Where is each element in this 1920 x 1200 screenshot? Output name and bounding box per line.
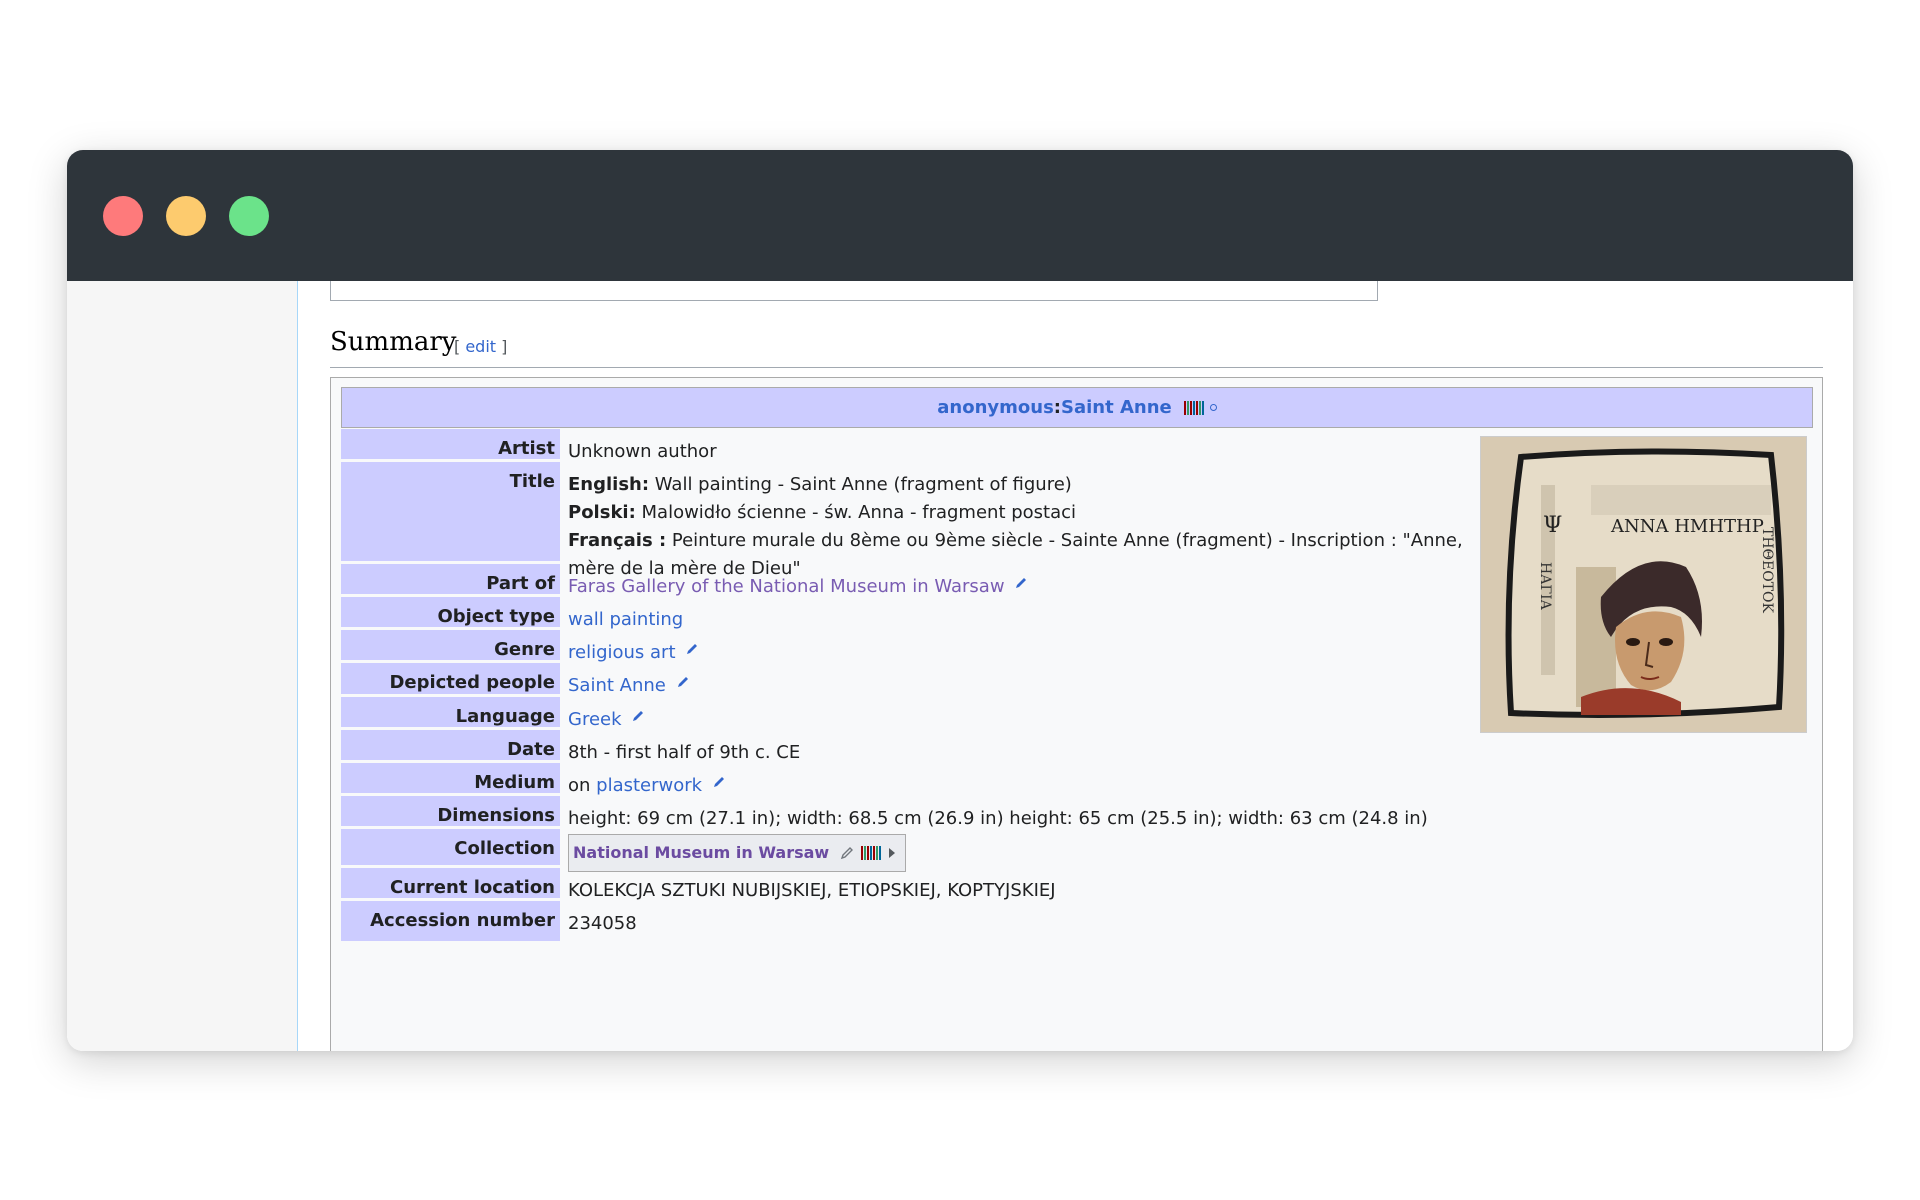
row-value: 8th - first half of 9th c. CE [568, 742, 801, 763]
maximize-button[interactable] [229, 196, 269, 236]
row-label: Dimensions [341, 796, 560, 826]
depicted-link[interactable]: Saint Anne [568, 675, 666, 696]
row-label: Accession number [341, 901, 560, 941]
section-heading: Summary [330, 327, 457, 357]
row-value: Faras Gallery of the National Museum in … [568, 564, 1028, 601]
wikidata-icon[interactable] [1183, 400, 1204, 415]
close-button[interactable] [103, 196, 143, 236]
row-value: Saint Anne [568, 663, 690, 700]
row-value: KOLEKCJA SZTUKI NUBIJSKIEJ, ETIOPSKIEJ, … [568, 880, 1056, 901]
header-artist-link[interactable]: anonymous [937, 397, 1054, 418]
row-label: Part of [341, 564, 560, 594]
row-value: 234058 [568, 913, 637, 934]
inscription-left-glyph: Ψ [1543, 513, 1562, 538]
information-infobox: anonymous : Saint Anne Artist Unknown au… [330, 377, 1823, 1051]
pencil-icon[interactable] [631, 709, 645, 723]
previous-section-box [330, 281, 1378, 301]
title-bar [67, 150, 1853, 281]
pencil-icon[interactable] [712, 775, 726, 789]
pencil-icon[interactable] [676, 675, 690, 689]
object-type-link[interactable]: wall painting [568, 609, 683, 630]
row-value: Unknown author [568, 441, 717, 462]
collection-link[interactable]: National Museum in Warsaw [573, 839, 829, 867]
row-label: Collection [341, 829, 560, 865]
row-value: on plasterwork [568, 763, 726, 800]
edit-link[interactable]: edit [465, 337, 496, 356]
heading-divider [330, 367, 1823, 368]
row-label: Artist [341, 429, 560, 459]
pencil-icon[interactable] [839, 845, 855, 861]
infobox-header: anonymous : Saint Anne [341, 387, 1813, 428]
minimize-button[interactable] [166, 196, 206, 236]
artwork-thumbnail[interactable]: Ψ ΑΝΝΑ ΗΜΗΤΗΡ ΗΑΓΙΑ ΤΗΘΕΟΤΟΚ [1480, 436, 1807, 733]
row-label: Date [341, 730, 560, 760]
genre-link[interactable]: religious art [568, 642, 676, 663]
section-edit: [ edit ] [454, 337, 508, 356]
wikidata-dot-icon[interactable] [1209, 404, 1217, 411]
browser-window: Summary [ edit ] anonymous : Saint Anne … [67, 150, 1853, 1051]
row-value: wall painting [568, 597, 683, 634]
wikidata-icon[interactable] [861, 846, 882, 860]
row-label: Medium [341, 763, 560, 793]
sidebar [67, 281, 298, 1051]
pencil-icon[interactable] [685, 642, 699, 656]
row-value: Greek [568, 697, 645, 734]
row-value: height: 69 cm (27.1 in); width: 68.5 cm … [568, 808, 1428, 829]
collection-box: National Museum in Warsaw [568, 834, 907, 872]
inscription-top: ΑΝΝΑ ΗΜΗΤΗΡ [1610, 516, 1764, 537]
row-label: Language [341, 697, 560, 727]
pencil-icon[interactable] [1014, 576, 1028, 590]
page-content: Summary [ edit ] anonymous : Saint Anne … [67, 281, 1853, 1051]
part-of-link[interactable]: Faras Gallery of the National Museum in … [568, 576, 1005, 597]
wall-painting-image: Ψ ΑΝΝΑ ΗΜΗΤΗΡ ΗΑΓΙΑ ΤΗΘΕΟΤΟΚ [1481, 437, 1806, 732]
row-label: Genre [341, 630, 560, 660]
row-label: Current location [341, 868, 560, 898]
row-value: National Museum in Warsaw [568, 829, 907, 872]
row-label: Title [341, 462, 560, 561]
inscription-right: ΤΗΘΕΟΤΟΚ [1759, 527, 1775, 614]
row-label: Depicted people [341, 663, 560, 694]
expand-arrow-icon[interactable] [887, 847, 897, 859]
language-link[interactable]: Greek [568, 709, 622, 730]
inscription-left: ΗΑΓΙΑ [1537, 562, 1553, 611]
row-label: Object type [341, 597, 560, 627]
medium-link[interactable]: plasterwork [596, 775, 702, 796]
row-value: religious art [568, 630, 699, 667]
header-title-link[interactable]: Saint Anne [1061, 397, 1172, 418]
